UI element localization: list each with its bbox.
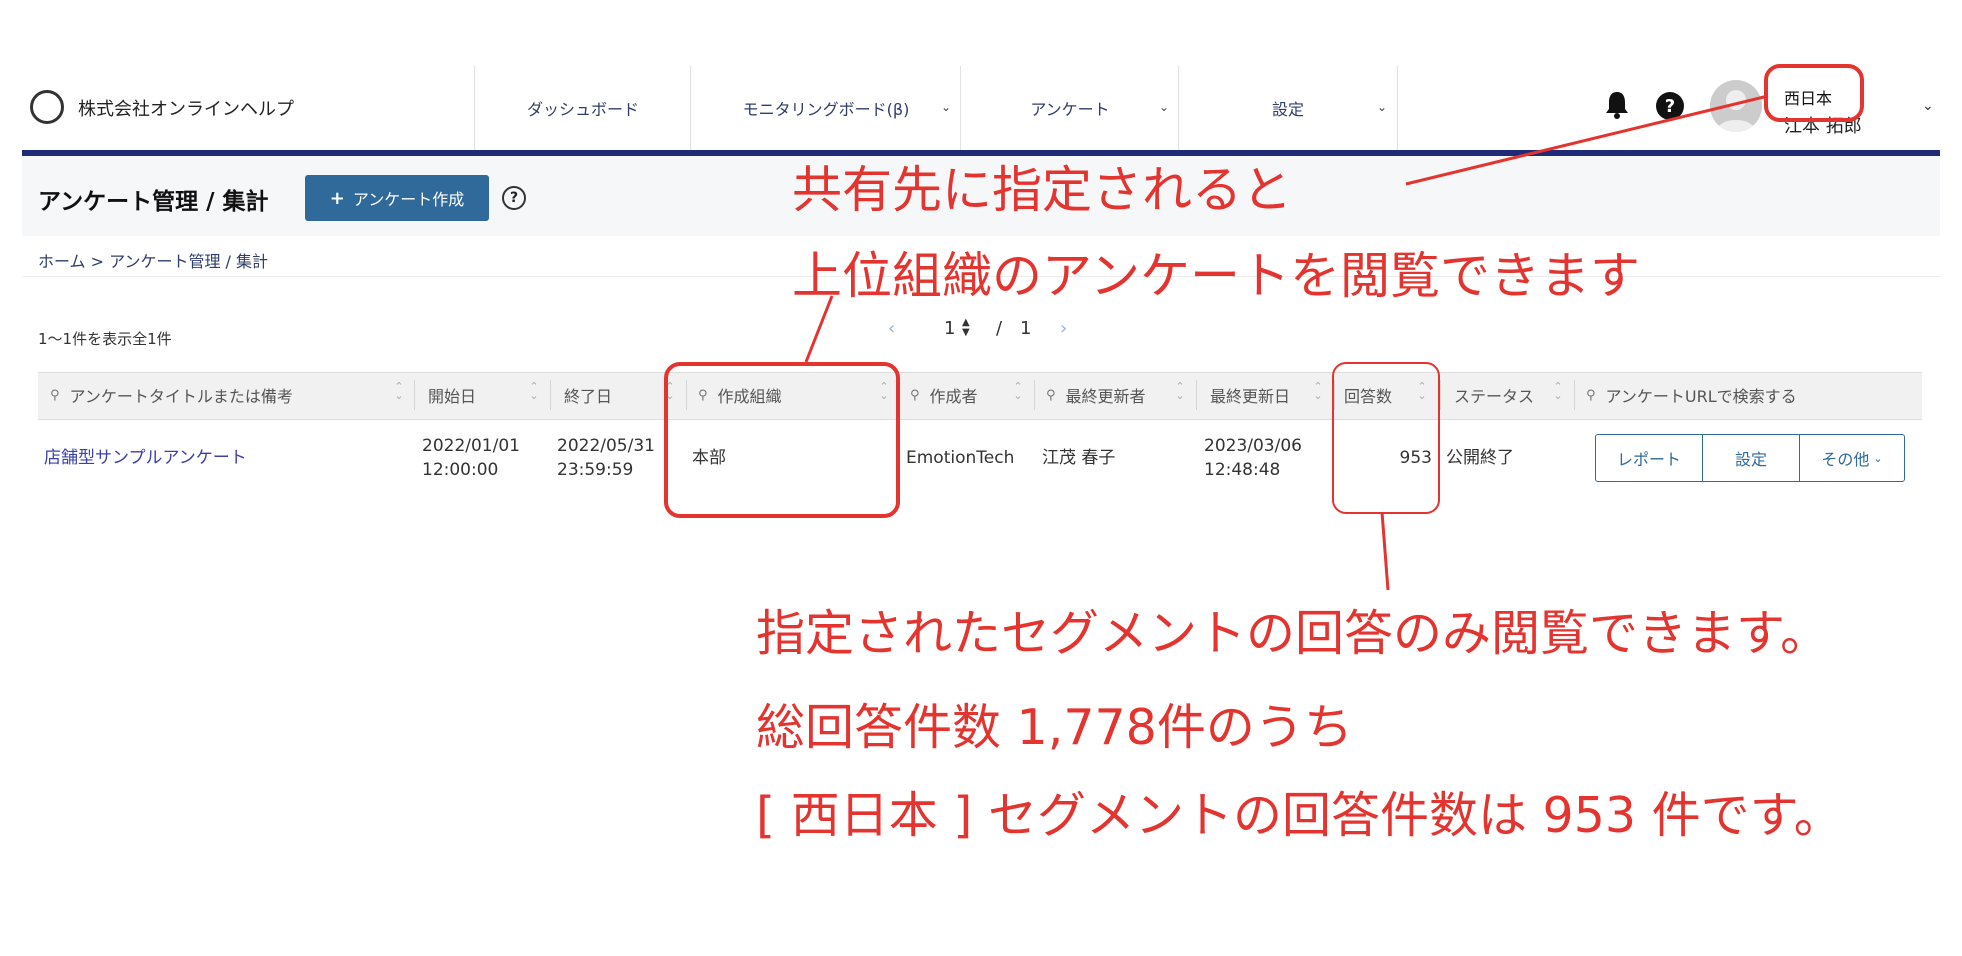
annotation-bottom-line3: [ 西日本 ] セグメントの回答件数は 953 件です。 [756,787,1843,844]
annotation-top-line1: 共有先に指定されると [792,161,1292,219]
annotation-top-line2: 上位組織のアンケートを閲覧できます [792,247,1640,305]
annotation-bottom-line2: 総回答件数 1,778件のうち [756,699,1353,756]
annotation-bottom-line1: 指定されたセグメントの回答のみ閲覧できます。 [756,605,1830,662]
